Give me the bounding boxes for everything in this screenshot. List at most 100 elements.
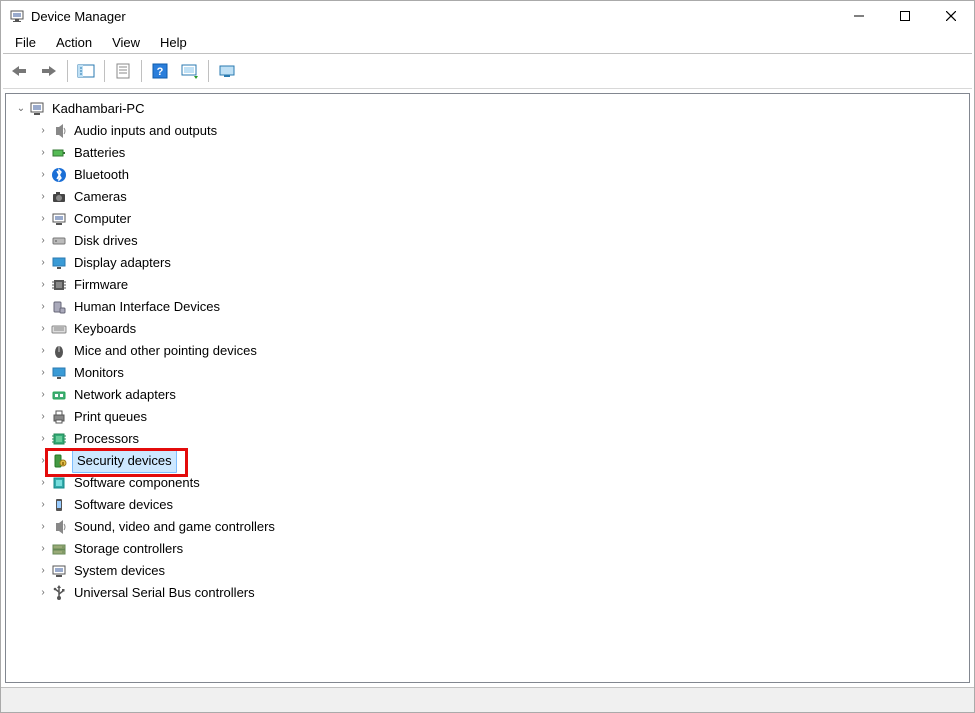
tree-root[interactable]: ⌄ Kadhambari-PC: [8, 98, 967, 120]
hid-icon: [50, 299, 68, 315]
forward-button[interactable]: [35, 57, 63, 85]
tree-item-swdev[interactable]: › Software devices: [30, 494, 967, 516]
close-button[interactable]: [928, 1, 974, 31]
tree-item-diskdrives[interactable]: › Disk drives: [30, 230, 967, 252]
expander-icon[interactable]: ›: [36, 208, 50, 230]
tree-item-label: Software components: [72, 472, 202, 494]
tree-item-firmware[interactable]: ›Firmware: [30, 274, 967, 296]
monitors-icon: [50, 365, 68, 381]
tree-item-monitors[interactable]: ›Monitors: [30, 362, 967, 384]
back-button[interactable]: [5, 57, 33, 85]
tree-item-keyboards[interactable]: › Keyboards: [30, 318, 967, 340]
expander-icon[interactable]: ⌄: [14, 98, 28, 120]
tree-item-label: Storage controllers: [72, 538, 185, 560]
expander-icon[interactable]: ›: [36, 296, 50, 318]
bluetooth-icon: [50, 167, 68, 183]
toolbar-separator: [67, 60, 68, 82]
expander-icon[interactable]: ›: [36, 186, 50, 208]
expander-icon[interactable]: ›: [36, 560, 50, 582]
properties-button[interactable]: [109, 57, 137, 85]
scan-hardware-button[interactable]: [176, 57, 204, 85]
tree-item-label: Disk drives: [72, 230, 140, 252]
tree-item-label: Sound, video and game controllers: [72, 516, 277, 538]
expander-icon[interactable]: ›: [36, 164, 50, 186]
tree-item-batteries[interactable]: ›Batteries: [30, 142, 967, 164]
tree-item-security[interactable]: › Security devices: [30, 450, 967, 472]
tree-item-swcomp[interactable]: › Software components: [30, 472, 967, 494]
diskdrives-icon: [50, 233, 68, 249]
help-button[interactable]: ?: [146, 57, 174, 85]
swcomp-icon: [50, 475, 68, 491]
maximize-button[interactable]: [882, 1, 928, 31]
network-icon: [50, 387, 68, 403]
expander-icon[interactable]: ›: [36, 340, 50, 362]
tree-item-label: Network adapters: [72, 384, 178, 406]
menu-view[interactable]: View: [104, 33, 148, 52]
tree-item-label: Universal Serial Bus controllers: [72, 582, 257, 604]
expander-icon[interactable]: ›: [36, 318, 50, 340]
toolbar-separator: [141, 60, 142, 82]
menu-file[interactable]: File: [7, 33, 44, 52]
expander-icon[interactable]: ›: [36, 120, 50, 142]
tree-item-label: System devices: [72, 560, 167, 582]
tree-item-computer[interactable]: › Computer: [30, 208, 967, 230]
tree-item-label: Computer: [72, 208, 133, 230]
tree-item-label: Processors: [72, 428, 141, 450]
status-bar: [1, 687, 974, 712]
computer-root-icon: [28, 101, 46, 117]
expander-icon[interactable]: ›: [36, 406, 50, 428]
audio-icon: [50, 123, 68, 139]
toolbar-separator: [208, 60, 209, 82]
tree-item-hid[interactable]: ›Human Interface Devices: [30, 296, 967, 318]
tree-item-audio[interactable]: ›Audio inputs and outputs: [30, 120, 967, 142]
tree-item-label: Software devices: [72, 494, 175, 516]
menu-action[interactable]: Action: [48, 33, 100, 52]
expander-icon[interactable]: ›: [36, 142, 50, 164]
tree-item-label: Display adapters: [72, 252, 173, 274]
tree-item-usb[interactable]: › Universal Serial Bus controllers: [30, 582, 967, 604]
expander-icon[interactable]: ›: [36, 362, 50, 384]
tree-item-cameras[interactable]: ›Cameras: [30, 186, 967, 208]
expander-icon[interactable]: ›: [36, 538, 50, 560]
tree-item-label: Bluetooth: [72, 164, 131, 186]
cameras-icon: [50, 189, 68, 205]
toolbar-divider: [3, 88, 972, 89]
batteries-icon: [50, 145, 68, 161]
toolbar: ?: [1, 54, 974, 88]
tree-item-system[interactable]: › System devices: [30, 560, 967, 582]
expander-icon[interactable]: ›: [36, 582, 50, 604]
device-tree-pane[interactable]: ⌄ Kadhambari-PC ›Audio inputs and output…: [5, 93, 970, 683]
expander-icon[interactable]: ›: [36, 428, 50, 450]
tree-item-bluetooth[interactable]: › Bluetooth: [30, 164, 967, 186]
device-tree: ⌄ Kadhambari-PC ›Audio inputs and output…: [8, 98, 967, 604]
tree-item-processors[interactable]: › Processors: [30, 428, 967, 450]
toolbar-separator: [104, 60, 105, 82]
storage-icon: [50, 541, 68, 557]
processors-icon: [50, 431, 68, 447]
tree-item-display[interactable]: › Display adapters: [30, 252, 967, 274]
expander-icon[interactable]: ›: [36, 450, 50, 472]
expander-icon[interactable]: ›: [36, 516, 50, 538]
tree-item-mice[interactable]: › Mice and other pointing devices: [30, 340, 967, 362]
expander-icon[interactable]: ›: [36, 252, 50, 274]
tree-item-network[interactable]: › Network adapters: [30, 384, 967, 406]
expander-icon[interactable]: ›: [36, 274, 50, 296]
minimize-button[interactable]: [836, 1, 882, 31]
tree-item-label: Security devices: [72, 449, 177, 473]
expander-icon[interactable]: ›: [36, 384, 50, 406]
expander-icon[interactable]: ›: [36, 494, 50, 516]
mice-icon: [50, 343, 68, 359]
keyboards-icon: [50, 321, 68, 337]
expander-icon[interactable]: ›: [36, 472, 50, 494]
devices-and-printers-button[interactable]: [213, 57, 241, 85]
menu-bar: File Action View Help: [1, 31, 974, 53]
expander-icon[interactable]: ›: [36, 230, 50, 252]
tree-item-label: Mice and other pointing devices: [72, 340, 259, 362]
menu-help[interactable]: Help: [152, 33, 195, 52]
display-icon: [50, 255, 68, 271]
show-hide-tree-button[interactable]: [72, 57, 100, 85]
tree-item-storage[interactable]: › Storage controllers: [30, 538, 967, 560]
tree-item-label: Keyboards: [72, 318, 138, 340]
tree-item-printq[interactable]: ›Print queues: [30, 406, 967, 428]
tree-item-sound[interactable]: › Sound, video and game controllers: [30, 516, 967, 538]
